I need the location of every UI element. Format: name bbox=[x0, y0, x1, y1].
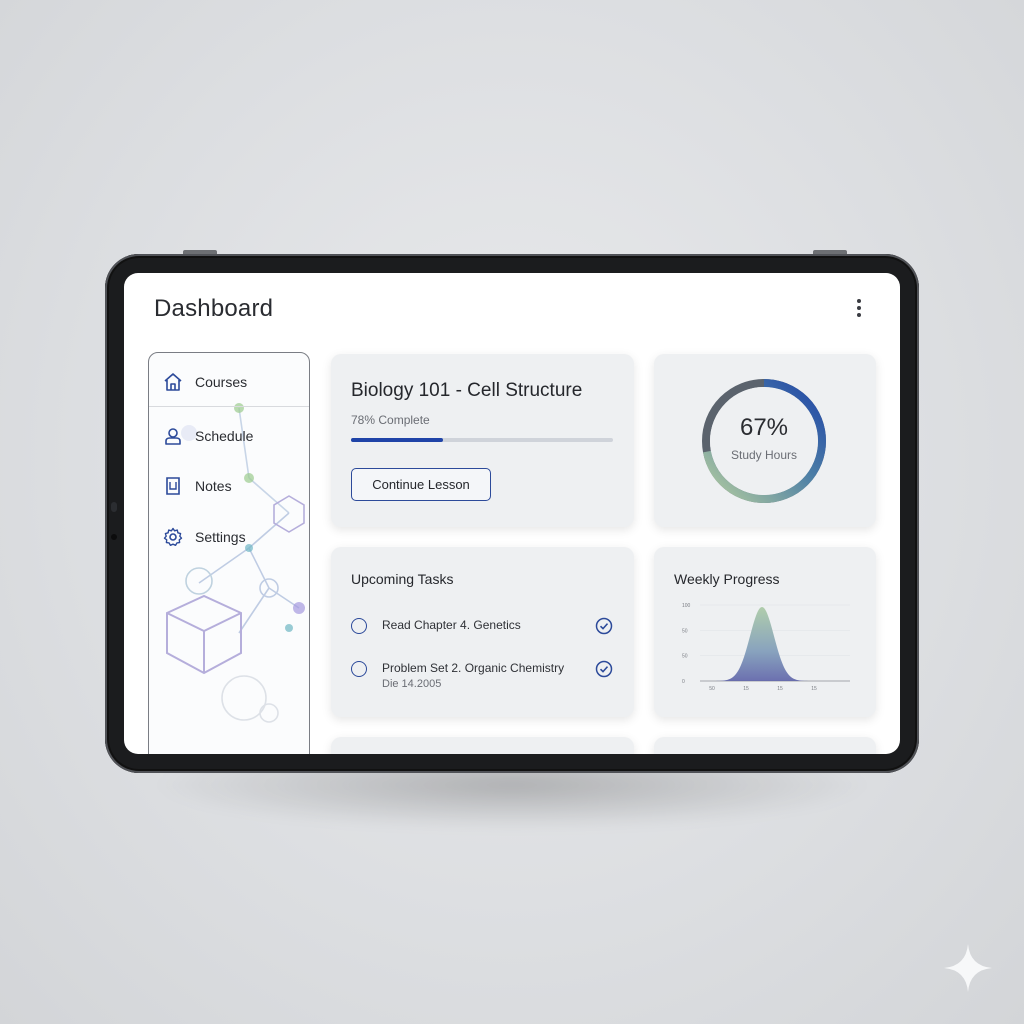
course-progress-text: 78% Complete bbox=[351, 413, 430, 427]
upcoming-tasks-card: Upcoming Tasks Read Chapter 4. Genetics … bbox=[331, 547, 634, 717]
sidebar-divider bbox=[149, 406, 309, 407]
task-radio[interactable] bbox=[351, 661, 367, 677]
sidebar-item-settings[interactable]: Settings bbox=[149, 514, 309, 560]
course-progress-bar bbox=[351, 438, 613, 442]
sparkle-icon bbox=[944, 944, 992, 992]
sidebar-item-schedule[interactable]: Schedule bbox=[149, 413, 309, 459]
x-tick-label: 15 bbox=[777, 686, 783, 692]
weekly-progress-heading: Weekly Progress bbox=[674, 571, 780, 587]
course-card: Biology 101 - Cell Structure 78% Complet… bbox=[331, 354, 634, 527]
study-hours-card: 67% Study Hours bbox=[654, 354, 876, 527]
upcoming-tasks-heading: Upcoming Tasks bbox=[351, 571, 454, 587]
page-title: Dashboard bbox=[154, 295, 274, 322]
check-circle-icon[interactable] bbox=[595, 617, 613, 635]
gear-icon bbox=[161, 525, 185, 549]
sidebar-item-label: Courses bbox=[195, 374, 248, 390]
device-sensor bbox=[111, 502, 117, 512]
sidebar-item-label: Notes bbox=[195, 478, 232, 494]
course-progress-fill bbox=[351, 438, 443, 442]
y-tick-label: 50 bbox=[682, 628, 688, 634]
study-hours-ring: 67% Study Hours bbox=[699, 376, 829, 506]
task-item: Problem Set 2. Organic Chemistry Die 14.… bbox=[351, 659, 621, 699]
course-title: Biology 101 - Cell Structure bbox=[351, 380, 583, 401]
area-series bbox=[700, 607, 850, 681]
home-icon bbox=[161, 370, 185, 394]
study-hours-label: Study Hours bbox=[730, 448, 798, 462]
task-due-date: Die 14.2005 bbox=[382, 678, 442, 690]
bottom-card-right bbox=[654, 737, 876, 754]
x-tick-label: 50 bbox=[709, 686, 715, 692]
check-circle-icon[interactable] bbox=[595, 660, 613, 678]
x-tick-label: 15 bbox=[743, 686, 749, 692]
user-icon bbox=[161, 424, 185, 448]
continue-lesson-button[interactable]: Continue Lesson bbox=[351, 468, 491, 501]
weekly-progress-chart: 100 50 50 0 50 15 15 15 bbox=[682, 603, 850, 692]
task-item: Read Chapter 4. Genetics bbox=[351, 616, 621, 656]
sidebar: Courses Schedule Notes Settings bbox=[148, 352, 310, 754]
sidebar-item-label: Schedule bbox=[195, 428, 254, 444]
task-title: Problem Set 2. Organic Chemistry bbox=[382, 661, 565, 675]
y-tick-label: 50 bbox=[682, 654, 688, 660]
sidebar-item-notes[interactable]: Notes bbox=[149, 463, 309, 509]
task-title: Read Chapter 4. Genetics bbox=[382, 618, 521, 632]
device-camera bbox=[111, 534, 117, 540]
sidebar-item-label: Settings bbox=[195, 529, 246, 545]
task-radio[interactable] bbox=[351, 618, 367, 634]
tablet-screen: Dashboard Courses Schedule Notes Setting… bbox=[124, 273, 900, 754]
study-hours-percent: 67% bbox=[739, 414, 789, 441]
tablet-device: Dashboard Courses Schedule Notes Setting… bbox=[105, 254, 919, 773]
x-tick-label: 15 bbox=[811, 686, 817, 692]
y-tick-label: 0 bbox=[682, 679, 685, 685]
y-tick-label: 100 bbox=[682, 603, 691, 609]
sidebar-item-courses[interactable]: Courses bbox=[149, 359, 309, 405]
bottom-card-left bbox=[331, 737, 634, 754]
weekly-progress-card: Weekly Progress 100 50 50 0 50 15 15 15 bbox=[654, 547, 876, 717]
notes-icon bbox=[161, 474, 185, 498]
kebab-icon[interactable] bbox=[852, 299, 866, 321]
